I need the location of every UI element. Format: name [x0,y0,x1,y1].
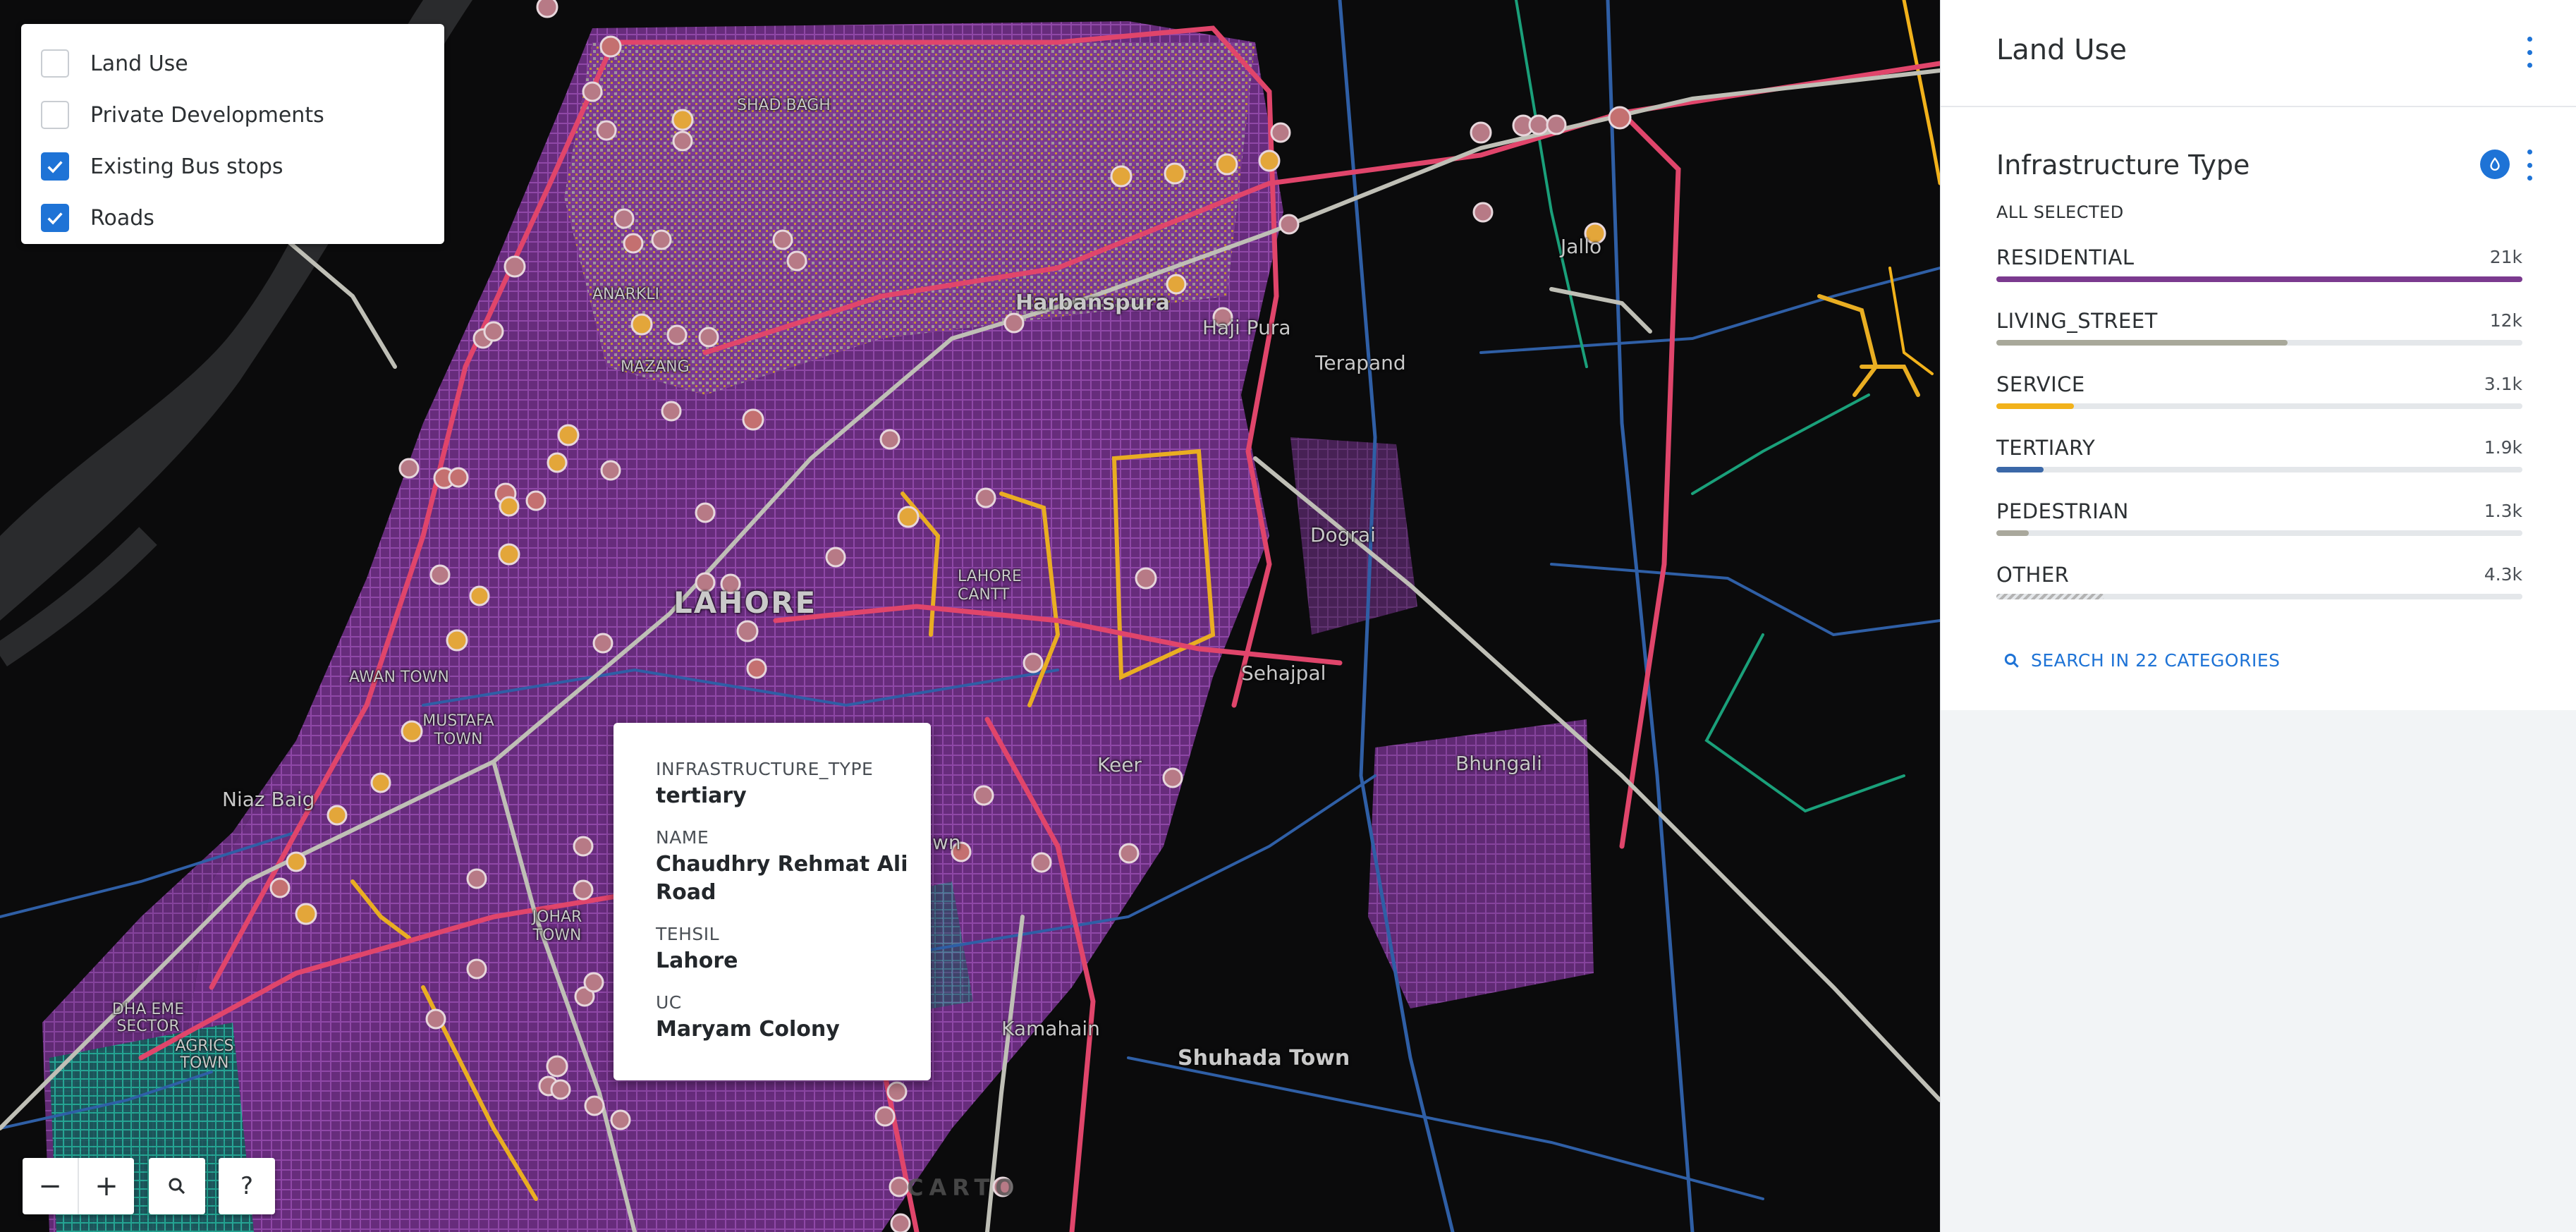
popup-value: Chaudhry Rehmat Ali Road [656,852,908,905]
zoom-in-button[interactable]: + [79,1158,134,1214]
layer-label: Existing Bus stops [90,154,283,179]
search-categories-button[interactable]: SEARCH IN 22 CATEGORIES [2003,650,2281,671]
place-label: Kamahain [1001,1017,1100,1040]
category-name: OTHER [1996,563,2070,587]
category-name: PEDESTRIAN [1996,499,2129,523]
widget-title: Infrastructure Type [1996,150,2250,181]
checkbox[interactable] [41,49,69,78]
color-legend-icon[interactable] [2480,150,2510,179]
layer-toggle-land-use[interactable]: Land Use [41,46,188,81]
layer-toggle-private-developments[interactable]: Private Developments [41,97,324,133]
place-label: AGRICS TOWN [175,1037,234,1072]
sidebar: Land Use Infrastructure Type ALL SELECTE… [1940,0,2576,1232]
layer-toggle-bus-stops[interactable]: Existing Bus stops [41,149,283,184]
place-label: Bhungali [1455,752,1542,775]
search-icon [2004,653,2019,668]
category-name: RESIDENTIAL [1996,245,2135,269]
place-label: wn [932,831,961,854]
place-label: LAHORE [673,585,817,620]
place-label: Jallo [1561,235,1602,258]
category-row-other[interactable]: OTHER 4.3k [1996,563,2522,619]
category-bar-track [1996,594,2522,599]
category-row-pedestrian[interactable]: PEDESTRIAN 1.3k [1996,499,2522,556]
place-label: Keer [1097,753,1142,776]
layer-label: Land Use [90,51,188,76]
category-row-tertiary[interactable]: TERTIARY 1.9k [1996,436,2522,492]
search-categories-label: SEARCH IN 22 CATEGORIES [2031,650,2281,671]
category-bar-fill [1996,276,2522,282]
place-label: Shuhada Town [1178,1046,1350,1071]
place-label: Harbanspura [1015,291,1170,315]
sidebar-title: Land Use [1996,34,2127,66]
checkbox[interactable] [41,101,69,129]
category-count: 21k [2489,247,2522,267]
category-bar-track [1996,403,2522,409]
place-label: Terapand [1315,351,1406,374]
sidebar-header: Land Use [1941,0,2576,107]
search-icon [169,1178,185,1195]
category-bar-fill [1996,530,2029,536]
category-widget: Infrastructure Type ALL SELECTED RESIDEN… [1941,107,2576,710]
checkmark-icon [47,161,63,173]
layers-panel: Land Use Private Developments Existing B… [21,24,444,244]
place-label: SHAD BAGH [737,97,831,114]
category-bar-track [1996,340,2522,346]
widget-options-icon[interactable] [2522,150,2537,181]
category-row-service[interactable]: SERVICE 3.1k [1996,372,2522,429]
category-name: SERVICE [1996,372,2085,396]
place-label: LAHORE CANTT [958,568,1022,604]
popup-key: UC [656,992,682,1013]
category-name: TERTIARY [1996,436,2096,460]
category-bar-fill [1996,594,2104,599]
search-location-button[interactable] [149,1158,205,1214]
zoom-controls: − + [23,1158,134,1214]
category-count: 3.1k [2484,374,2522,394]
category-bar-track [1996,467,2522,472]
category-bar-fill [1996,340,2288,346]
place-label: MAZANG [621,358,690,376]
layer-toggle-roads[interactable]: Roads [41,200,154,236]
popup-key: TEHSIL [656,924,720,944]
more-options-icon[interactable] [2522,37,2537,68]
place-label: AWAN TOWN [349,669,449,686]
carto-logo: CARTO [907,1174,1020,1201]
category-bar-track [1996,530,2522,536]
popup-key: NAME [656,827,709,848]
category-row-living-street[interactable]: LIVING_STREET 12k [1996,309,2522,365]
category-count: 1.3k [2484,501,2522,521]
layer-label: Roads [90,205,154,231]
help-icon: ? [240,1172,254,1200]
place-label: Dograi [1310,523,1376,547]
feature-popup: INFRASTRUCTURE_TYPE tertiary NAME Chaudh… [614,723,931,1080]
place-label: MUSTAFA TOWN [422,712,494,748]
popup-value: Lahore [656,949,738,973]
category-bar-fill [1996,403,2075,409]
popup-value: tertiary [656,783,747,808]
selection-status: ALL SELECTED [1996,202,2124,222]
layer-label: Private Developments [90,102,324,128]
place-label: ANARKLI [592,286,660,303]
popup-key: INFRASTRUCTURE_TYPE [656,759,874,779]
zoom-out-button[interactable]: − [23,1158,78,1214]
place-label: Niaz Baig [222,788,315,811]
place-label: DHA EME SECTOR [111,1001,185,1035]
category-count: 1.9k [2484,437,2522,458]
category-count: 4.3k [2484,564,2522,585]
checkmark-icon [47,212,63,225]
category-count: 12k [2489,310,2522,331]
category-name: LIVING_STREET [1996,309,2158,333]
checkbox[interactable] [41,204,69,232]
help-button[interactable]: ? [219,1158,275,1214]
place-label: Haji Pura [1202,316,1291,339]
popup-value: Maryam Colony [656,1017,840,1042]
category-bar-fill [1996,467,2044,472]
place-label: JOHAR TOWN [532,908,582,944]
checkbox[interactable] [41,152,69,181]
category-bar-track [1996,276,2522,282]
category-row-residential[interactable]: RESIDENTIAL 21k [1996,245,2522,302]
place-label: Sehajpal [1241,661,1326,685]
